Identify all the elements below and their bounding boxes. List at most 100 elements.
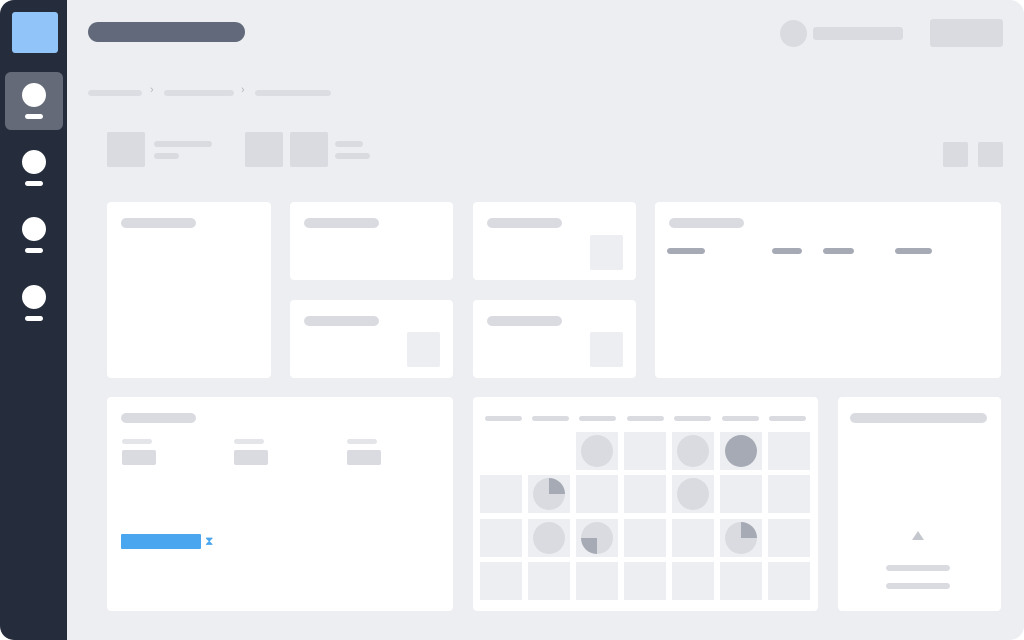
nav-label	[25, 316, 43, 321]
column-header	[667, 248, 705, 254]
app-logo[interactable]	[12, 12, 58, 53]
calendar-day[interactable]	[768, 475, 810, 513]
calendar-day[interactable]	[768, 519, 810, 557]
nav-label	[25, 181, 43, 186]
calendar-day[interactable]	[672, 562, 714, 600]
calendar-day[interactable]	[768, 432, 810, 470]
stat-value	[347, 450, 381, 465]
sidebar	[0, 0, 67, 640]
calendar-day[interactable]	[528, 519, 570, 557]
progress-card[interactable]: ⧗	[107, 397, 453, 611]
day-status-icon	[725, 435, 757, 467]
calendar-day[interactable]	[528, 562, 570, 600]
stat-label	[122, 439, 152, 444]
card-title	[850, 413, 987, 423]
day-status-icon	[725, 522, 757, 554]
calendar-day[interactable]	[720, 562, 762, 600]
stat-value	[122, 450, 156, 465]
widget-card[interactable]	[473, 300, 636, 378]
nav-icon	[22, 150, 46, 174]
day-status-icon	[677, 435, 709, 467]
calendar-day[interactable]	[672, 519, 714, 557]
user-name[interactable]	[813, 27, 903, 40]
weekday-label	[485, 416, 522, 421]
sidebar-item-4[interactable]	[5, 274, 63, 332]
view-grid-icon[interactable]	[943, 142, 968, 167]
calendar-day[interactable]	[528, 475, 570, 513]
info-line	[886, 583, 950, 589]
header-action-button[interactable]	[930, 19, 1003, 47]
card-title	[487, 218, 562, 228]
card-title	[121, 413, 196, 423]
calendar-day[interactable]	[720, 475, 762, 513]
calendar-day[interactable]	[480, 519, 522, 557]
calendar-day[interactable]	[576, 432, 618, 470]
calendar-day[interactable]	[624, 519, 666, 557]
day-status-circle	[581, 435, 613, 467]
sidebar-item-1[interactable]	[5, 72, 63, 130]
summary-icon	[107, 132, 145, 167]
triangle-up-icon	[912, 531, 924, 540]
sidebar-item-2[interactable]	[5, 139, 63, 197]
chevron-right-icon: ›	[241, 84, 245, 96]
calendar-day[interactable]	[576, 475, 618, 513]
calendar-day[interactable]	[480, 475, 522, 513]
stat-value	[234, 450, 268, 465]
calendar-day[interactable]	[672, 432, 714, 470]
widget-card[interactable]	[290, 202, 453, 280]
breadcrumb-item[interactable]	[164, 90, 234, 96]
summary-label	[154, 141, 212, 147]
weekday-label	[579, 416, 616, 421]
calendar-day[interactable]	[480, 562, 522, 600]
calendar-day[interactable]	[720, 432, 762, 470]
day-status-circle	[677, 478, 709, 510]
column-header	[772, 248, 802, 254]
table-card[interactable]	[655, 202, 1001, 378]
calendar-day[interactable]	[672, 475, 714, 513]
widget-card[interactable]	[473, 202, 636, 280]
sidebar-item-3[interactable]	[5, 206, 63, 264]
day-status-slice	[549, 478, 565, 494]
hourglass-icon: ⧗	[205, 534, 214, 548]
calendar-day[interactable]	[576, 562, 618, 600]
calendar-day[interactable]	[624, 432, 666, 470]
weekday-label	[769, 416, 806, 421]
card-title	[304, 218, 379, 228]
day-status-slice	[581, 538, 597, 554]
calendar-day[interactable]	[624, 475, 666, 513]
view-list-icon[interactable]	[978, 142, 1003, 167]
nav-icon	[22, 83, 46, 107]
card-title	[487, 316, 562, 326]
avatar[interactable]	[780, 20, 807, 47]
info-line	[886, 565, 950, 571]
column-header	[895, 248, 932, 254]
day-status-icon	[677, 478, 709, 510]
summary-value	[154, 153, 179, 159]
calendar-card[interactable]	[473, 397, 818, 611]
breadcrumb-item[interactable]	[88, 90, 142, 96]
breadcrumb-item[interactable]	[255, 90, 331, 96]
column-header	[823, 248, 854, 254]
stat-label	[234, 439, 264, 444]
widget-card[interactable]	[107, 202, 271, 378]
day-status-icon	[533, 478, 565, 510]
day-status-circle	[725, 435, 757, 467]
stat-label	[347, 439, 377, 444]
calendar-day[interactable]	[576, 519, 618, 557]
calendar-day[interactable]	[768, 562, 810, 600]
day-status-icon	[533, 522, 565, 554]
nav-label	[25, 248, 43, 253]
widget-card[interactable]	[290, 300, 453, 378]
progress-bar	[121, 534, 201, 549]
day-status-circle	[533, 522, 565, 554]
weekday-label	[674, 416, 711, 421]
day-status-icon	[581, 435, 613, 467]
calendar-day[interactable]	[624, 562, 666, 600]
calendar-day[interactable]	[720, 519, 762, 557]
info-card[interactable]	[838, 397, 1001, 611]
chevron-right-icon: ›	[150, 84, 154, 96]
summary-value	[335, 153, 370, 159]
card-title	[304, 316, 379, 326]
summary-icon	[245, 132, 283, 167]
day-status-icon	[581, 522, 613, 554]
